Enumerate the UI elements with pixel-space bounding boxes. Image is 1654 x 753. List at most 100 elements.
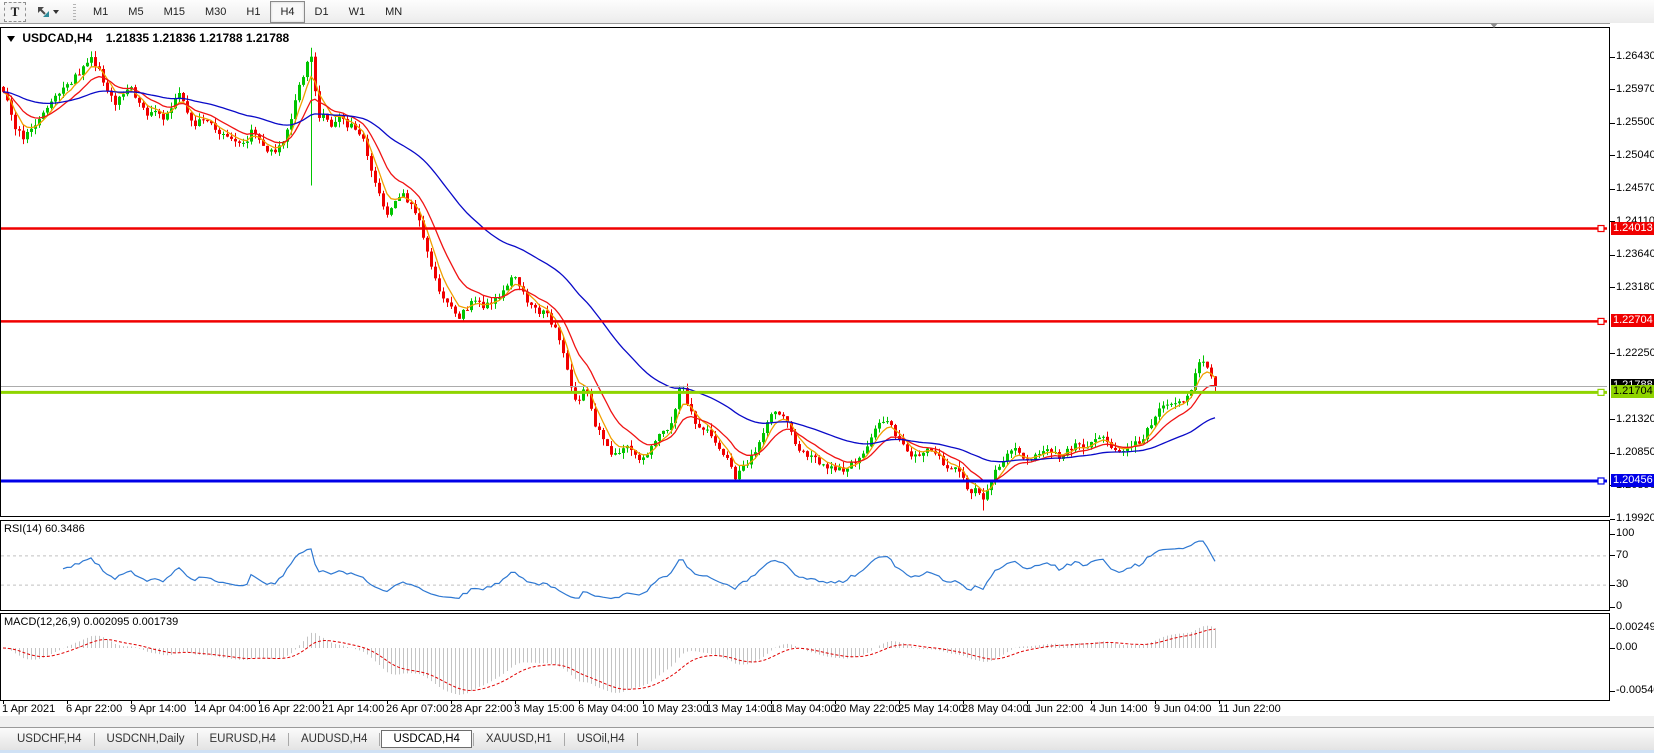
macd-tick-mark: [1610, 628, 1615, 629]
rsi-tick-mark: [1610, 585, 1615, 586]
price-tick-label: 1.25040: [1616, 149, 1654, 161]
time-tick-label: 10 May 23:00: [642, 703, 709, 715]
rsi-tick-label: 30: [1616, 578, 1628, 590]
price-tick-mark: [1610, 519, 1615, 520]
rsi-tick-mark: [1610, 555, 1615, 556]
macd-indicator-label: MACD(12,26,9) 0.002095 0.001739: [4, 616, 178, 628]
time-tick-label: 28 Apr 22:00: [450, 703, 512, 715]
timeframe-buttons: M1M5M15M30H1H4D1W1MN: [83, 1, 412, 23]
toolbar: T M1M5M15M30H1H4D1W1MN: [0, 0, 1654, 24]
price-tick-mark: [1610, 155, 1615, 156]
time-tick-label: 13 May 14:00: [706, 703, 773, 715]
time-tick-label: 18 May 04:00: [770, 703, 837, 715]
timeframe-button-d1[interactable]: D1: [305, 1, 339, 23]
rsi-tick-label: 0: [1616, 600, 1622, 612]
price-tick-label: 1.24570: [1616, 182, 1654, 194]
time-tick-label: 6 Apr 22:00: [66, 703, 122, 715]
price-tick-label: 1.20850: [1616, 446, 1654, 458]
level-price-tag[interactable]: 1.21704: [1611, 385, 1654, 398]
time-tick-label: 25 May 14:00: [898, 703, 965, 715]
chart-tab-usdcad-h4[interactable]: USDCAD,H4: [381, 730, 471, 748]
macd-tick-mark: [1610, 691, 1615, 692]
tab-divider: [288, 733, 289, 746]
price-tick-mark: [1610, 123, 1615, 124]
chart-tab-usdchf-h4[interactable]: USDCHF,H4: [6, 730, 93, 748]
rsi-canvas[interactable]: [1, 521, 1607, 608]
time-axis[interactable]: 1 Apr 20216 Apr 22:009 Apr 14:0014 Apr 0…: [0, 701, 1610, 716]
chart-tab-usdcnh-daily[interactable]: USDCNH,Daily: [96, 730, 196, 748]
tab-divider: [94, 733, 95, 746]
price-tick-label: 1.25970: [1616, 83, 1654, 95]
price-tick-label: 1.25500: [1616, 116, 1654, 128]
tab-divider: [564, 733, 565, 746]
chart-shift-marker-icon[interactable]: [1490, 23, 1498, 28]
toolbar-grip: [73, 4, 76, 20]
time-tick-label: 4 Jun 14:00: [1090, 703, 1148, 715]
timeframe-button-h1[interactable]: H1: [236, 1, 270, 23]
chart-tab-usoil-h4[interactable]: USOil,H4: [566, 730, 636, 748]
bottom-bar: USDCHF,H4USDCNH,DailyEURUSD,H4AUDUSD,H4U…: [0, 716, 1654, 753]
macd-tick-label: 0.00249: [1616, 621, 1654, 633]
time-tick-label: 16 Apr 22:00: [258, 703, 320, 715]
price-tick-mark: [1610, 89, 1615, 90]
price-tick-mark: [1610, 255, 1615, 256]
timeframe-button-m1[interactable]: M1: [83, 1, 118, 23]
rsi-tick-mark: [1610, 534, 1615, 535]
main-chart-pane[interactable]: [0, 27, 1610, 517]
chart-ohlc-values: 1.21835 1.21836 1.21788 1.21788: [106, 31, 290, 45]
chart-tabbar: USDCHF,H4USDCNH,DailyEURUSD,H4AUDUSD,H4U…: [0, 727, 1654, 750]
tab-divider: [379, 733, 380, 746]
time-tick-label: 6 May 04:00: [578, 703, 639, 715]
time-tick-label: 21 Apr 14:00: [322, 703, 384, 715]
timeframe-button-mn[interactable]: MN: [375, 1, 412, 23]
price-tick-label: 1.22250: [1616, 347, 1654, 359]
price-tick-mark: [1610, 353, 1615, 354]
price-tick-label: 1.23640: [1616, 248, 1654, 260]
timeframe-button-w1[interactable]: W1: [339, 1, 376, 23]
tab-divider: [637, 733, 638, 746]
tab-divider: [197, 733, 198, 746]
macd-canvas[interactable]: [1, 614, 1607, 698]
price-tick-mark: [1610, 57, 1615, 58]
timeframe-button-m5[interactable]: M5: [118, 1, 153, 23]
level-price-tag[interactable]: 1.22704: [1611, 314, 1654, 327]
time-tick-label: 3 May 15:00: [514, 703, 575, 715]
price-tick-mark: [1610, 189, 1615, 190]
price-tick-label: 1.23180: [1616, 281, 1654, 293]
chart-symbol-timeframe: USDCAD,H4: [22, 31, 92, 45]
arrows-icon: [36, 5, 51, 19]
arrows-tool-button[interactable]: [30, 3, 64, 21]
price-tick-label: 1.19920: [1616, 512, 1654, 524]
level-price-tag[interactable]: 1.24013: [1611, 222, 1654, 235]
price-tick-mark: [1610, 419, 1615, 420]
level-price-tag[interactable]: 1.20456: [1611, 474, 1654, 487]
timeframe-button-h4[interactable]: H4: [270, 1, 304, 23]
price-tick-label: 1.21320: [1616, 413, 1654, 425]
chart-menu-triangle-icon[interactable]: [7, 36, 15, 42]
timeframe-button-m30[interactable]: M30: [195, 1, 236, 23]
chart-tab-eurusd-h4[interactable]: EURUSD,H4: [199, 730, 287, 748]
terminal-window: T M1M5M15M30H1H4D1W1MN USDCAD,H4 1.21835…: [0, 0, 1654, 753]
chart-title: USDCAD,H4 1.21835 1.21836 1.21788 1.2178…: [7, 31, 289, 45]
time-tick-label: 14 Apr 04:00: [194, 703, 256, 715]
chart-tab-audusd-h4[interactable]: AUDUSD,H4: [290, 730, 378, 748]
tab-divider: [473, 733, 474, 746]
time-tick-label: 1 Apr 2021: [2, 703, 55, 715]
rsi-tick-mark: [1610, 607, 1615, 608]
rsi-pane[interactable]: [0, 520, 1610, 611]
text-tool-button[interactable]: T: [4, 2, 26, 22]
price-tick-mark: [1610, 287, 1615, 288]
macd-tick-label: -0.005403: [1616, 684, 1654, 696]
macd-tick-label: 0.00: [1616, 641, 1637, 653]
chart-tab-xauusd-h1[interactable]: XAUUSD,H1: [475, 730, 563, 748]
main-chart-canvas[interactable]: [1, 28, 1607, 514]
macd-tick-mark: [1610, 648, 1615, 649]
time-tick-label: 1 Jun 22:00: [1026, 703, 1084, 715]
price-tick-label: 1.26430: [1616, 50, 1654, 62]
timeframe-button-m15[interactable]: M15: [154, 1, 195, 23]
macd-pane[interactable]: [0, 613, 1610, 701]
price-tick-mark: [1610, 453, 1615, 454]
time-tick-label: 20 May 22:00: [834, 703, 901, 715]
time-tick-label: 11 Jun 22:00: [1218, 703, 1281, 715]
rsi-tick-label: 100: [1616, 527, 1634, 539]
